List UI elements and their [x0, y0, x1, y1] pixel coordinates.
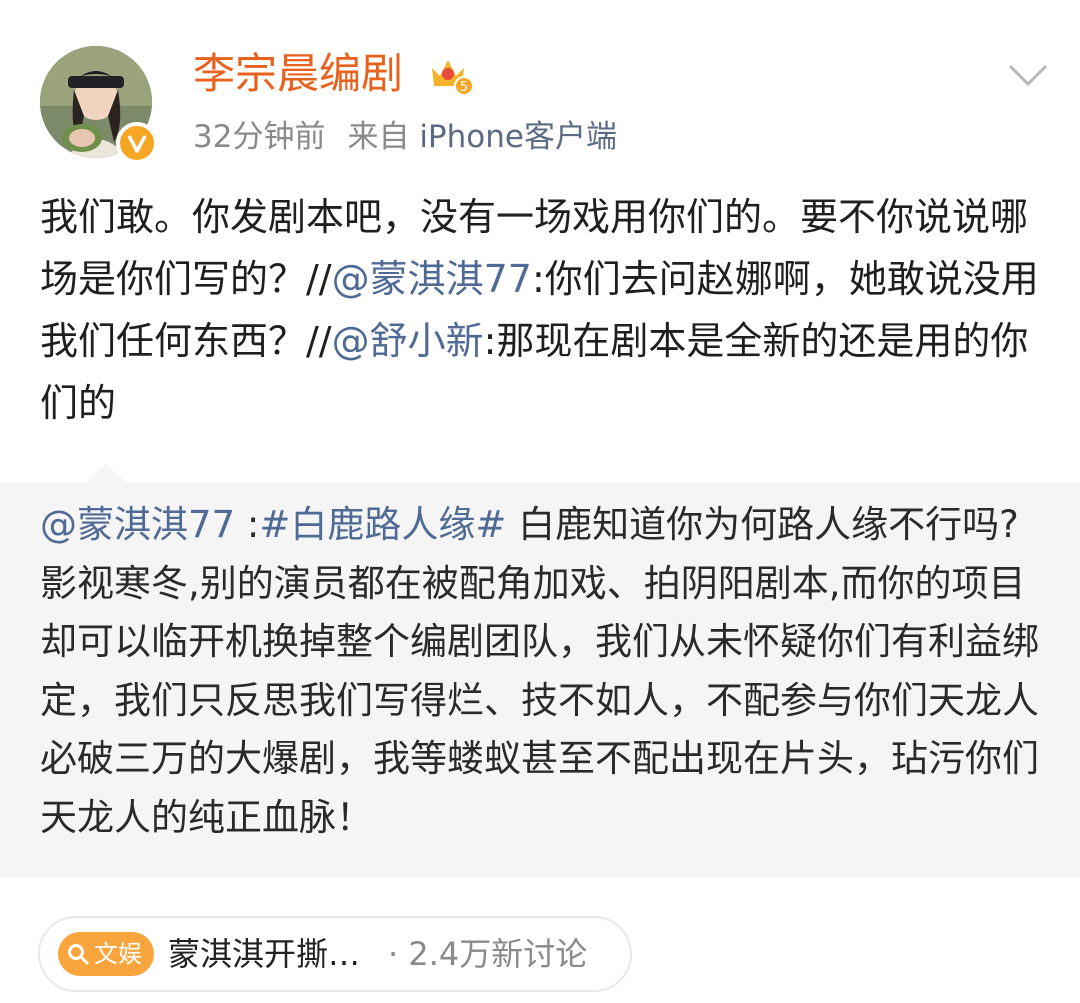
- trending-discussion-count: · 2.4万新讨论: [388, 935, 588, 973]
- trending-badge-label: 文娱: [94, 940, 142, 968]
- quoted-body: 白鹿知道你为何路人缘不行吗?影视寒冬,别的演员都在被配角加戏、拍阴阳剧本,而你的…: [40, 503, 1039, 839]
- mention-link[interactable]: @舒小新: [332, 319, 484, 363]
- quote-notch: [84, 464, 128, 484]
- trending-title[interactable]: 蒙淇淇开撕…: [168, 928, 360, 980]
- chevron-down-icon[interactable]: [1004, 60, 1052, 90]
- post-meta: 32分钟前 来自 iPhone客户端: [193, 112, 617, 162]
- trending-badge: 文娱: [58, 932, 154, 976]
- search-icon: [68, 944, 89, 965]
- topic-link[interactable]: #白鹿路人缘#: [259, 503, 506, 546]
- source-client[interactable]: iPhone客户端: [419, 119, 617, 155]
- crown-level-number: 5: [460, 80, 468, 95]
- quoted-separator: :: [235, 503, 260, 546]
- mention-link[interactable]: @蒙淇淇77: [332, 257, 532, 301]
- author-name[interactable]: 李宗晨编剧: [193, 44, 403, 104]
- crown-level-icon[interactable]: 5: [428, 52, 474, 96]
- post-header: 李宗晨编剧 5 32分钟前 来自 iPhone客户端: [0, 0, 1080, 175]
- post-body: 我们敢。你发剧本吧，没有一场戏用你们的。要不你说说哪场是你们写的？//@蒙淇淇7…: [40, 186, 1050, 434]
- verified-icon: [116, 122, 158, 164]
- post-time: 32分钟前: [193, 119, 326, 155]
- quoted-mention-link[interactable]: @蒙淇淇77: [40, 503, 235, 546]
- source-prefix: 来自: [347, 119, 410, 155]
- quoted-post-text[interactable]: @蒙淇淇77 :#白鹿路人缘# 白鹿知道你为何路人缘不行吗?影视寒冬,别的演员都…: [40, 496, 1050, 847]
